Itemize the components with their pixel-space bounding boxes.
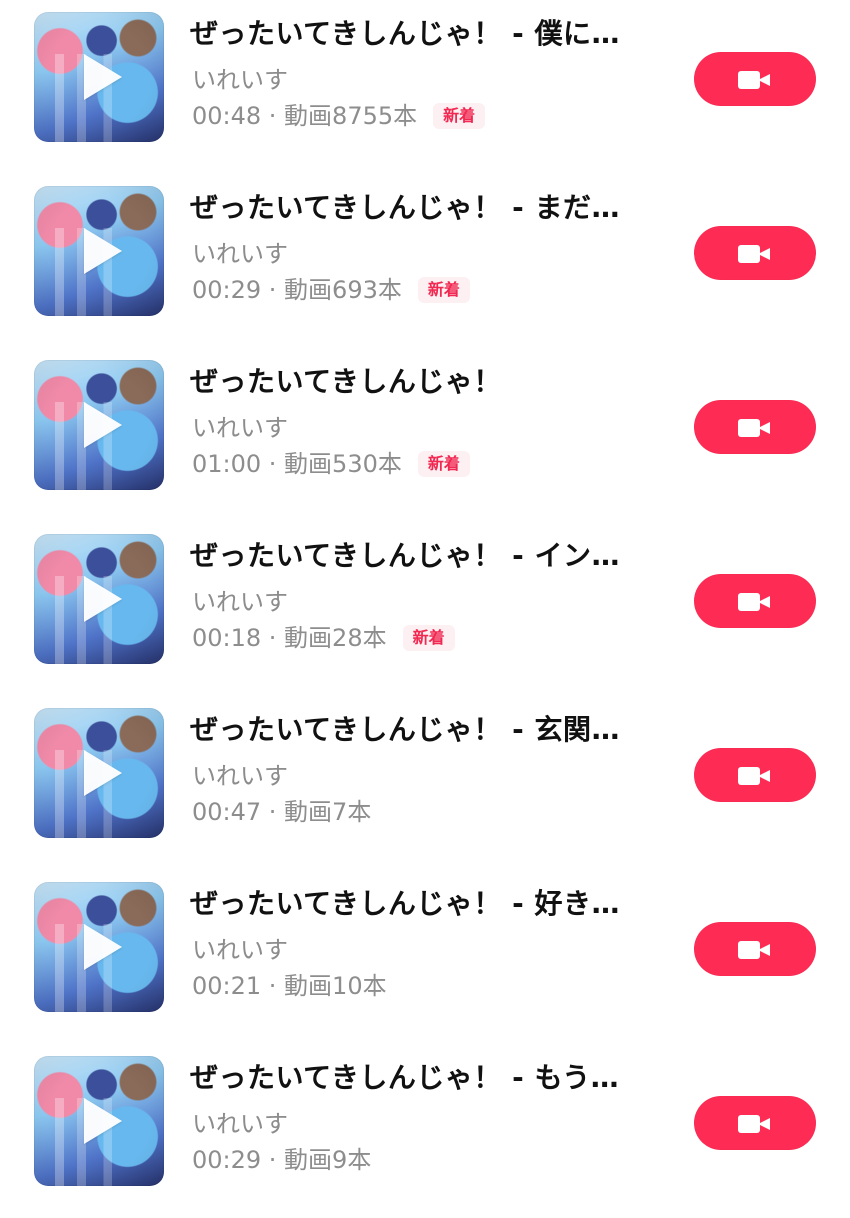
sound-list-item[interactable]: ぜったいてきしんじゃ！ いれいす 01:00 · 動画530本 新着 bbox=[0, 348, 850, 522]
artist-name: いれいす bbox=[192, 240, 288, 268]
video-camera-icon bbox=[738, 245, 770, 263]
sound-list-item[interactable]: ぜったいてきしんじゃ！ - まだ… いれいす 00:29 · 動画693本 新着 bbox=[0, 174, 850, 348]
duration-and-video-count: 00:48 · 動画8755本 bbox=[192, 102, 418, 130]
artist-name: いれいす bbox=[192, 762, 288, 790]
artist-name: いれいす bbox=[192, 414, 288, 442]
sound-meta: 01:00 · 動画530本 新着 bbox=[192, 447, 470, 481]
sound-meta: 00:29 · 動画693本 新着 bbox=[192, 273, 470, 307]
duration-and-video-count: 00:29 · 動画9本 bbox=[192, 1146, 372, 1174]
duration-and-video-count: 00:18 · 動画28本 bbox=[192, 624, 387, 652]
new-badge: 新着 bbox=[402, 625, 455, 651]
sound-title[interactable]: ぜったいてきしんじゃ！ - 僕に… bbox=[190, 14, 650, 54]
duration-and-video-count: 00:47 · 動画7本 bbox=[192, 798, 372, 826]
sound-title[interactable]: ぜったいてきしんじゃ！ - 玄関… bbox=[190, 710, 650, 750]
new-badge: 新着 bbox=[433, 103, 486, 129]
duration-and-video-count: 01:00 · 動画530本 bbox=[192, 450, 402, 478]
play-icon[interactable] bbox=[84, 576, 122, 622]
video-camera-icon bbox=[738, 71, 770, 89]
sound-list-item[interactable]: ぜったいてきしんじゃ！ - 好き… いれいす 00:21 · 動画10本 bbox=[0, 870, 850, 1044]
sound-title[interactable]: ぜったいてきしんじゃ！ - イン… bbox=[190, 536, 650, 576]
album-thumbnail[interactable] bbox=[34, 882, 164, 1012]
artist-name: いれいす bbox=[192, 66, 288, 94]
video-camera-icon bbox=[738, 419, 770, 437]
album-thumbnail[interactable] bbox=[34, 1056, 164, 1186]
sound-title[interactable]: ぜったいてきしんじゃ！ bbox=[190, 362, 650, 402]
sound-results-list: ぜったいてきしんじゃ！ - 僕に… いれいす 00:48 · 動画8755本 新… bbox=[0, 0, 850, 1200]
video-camera-icon bbox=[738, 941, 770, 959]
artist-name: いれいす bbox=[192, 936, 288, 964]
sound-meta: 00:47 · 動画7本 bbox=[192, 795, 371, 829]
play-icon[interactable] bbox=[84, 54, 122, 100]
use-sound-button[interactable] bbox=[694, 1096, 816, 1150]
duration-and-video-count: 00:29 · 動画693本 bbox=[192, 276, 402, 304]
sound-title[interactable]: ぜったいてきしんじゃ！ - もう… bbox=[190, 1058, 650, 1098]
artist-name: いれいす bbox=[192, 588, 288, 616]
sound-list-item[interactable]: ぜったいてきしんじゃ！ - 玄関… いれいす 00:47 · 動画7本 bbox=[0, 696, 850, 870]
video-camera-icon bbox=[738, 1115, 770, 1133]
duration-and-video-count: 00:21 · 動画10本 bbox=[192, 972, 387, 1000]
artist-name: いれいす bbox=[192, 1110, 288, 1138]
new-badge: 新着 bbox=[417, 277, 470, 303]
sound-list-item[interactable]: ぜったいてきしんじゃ！ - 僕に… いれいす 00:48 · 動画8755本 新… bbox=[0, 0, 850, 174]
album-thumbnail[interactable] bbox=[34, 186, 164, 316]
play-icon[interactable] bbox=[84, 402, 122, 448]
sound-list-item[interactable]: ぜったいてきしんじゃ！ - もう… いれいす 00:29 · 動画9本 bbox=[0, 1044, 850, 1218]
sound-meta: 00:21 · 動画10本 bbox=[192, 969, 387, 1003]
sound-meta: 00:48 · 動画8755本 新着 bbox=[192, 99, 486, 133]
album-thumbnail[interactable] bbox=[34, 534, 164, 664]
sound-meta: 00:18 · 動画28本 新着 bbox=[192, 621, 455, 655]
video-camera-icon bbox=[738, 593, 770, 611]
album-thumbnail[interactable] bbox=[34, 12, 164, 142]
sound-list-item[interactable]: ぜったいてきしんじゃ！ - イン… いれいす 00:18 · 動画28本 新着 bbox=[0, 522, 850, 696]
use-sound-button[interactable] bbox=[694, 52, 816, 106]
play-icon[interactable] bbox=[84, 750, 122, 796]
sound-title[interactable]: ぜったいてきしんじゃ！ - まだ… bbox=[190, 188, 650, 228]
album-thumbnail[interactable] bbox=[34, 708, 164, 838]
video-camera-icon bbox=[738, 767, 770, 785]
use-sound-button[interactable] bbox=[694, 748, 816, 802]
use-sound-button[interactable] bbox=[694, 922, 816, 976]
play-icon[interactable] bbox=[84, 228, 122, 274]
album-thumbnail[interactable] bbox=[34, 360, 164, 490]
use-sound-button[interactable] bbox=[694, 574, 816, 628]
sound-meta: 00:29 · 動画9本 bbox=[192, 1143, 371, 1177]
use-sound-button[interactable] bbox=[694, 226, 816, 280]
play-icon[interactable] bbox=[84, 924, 122, 970]
new-badge: 新着 bbox=[417, 451, 470, 477]
sound-title[interactable]: ぜったいてきしんじゃ！ - 好き… bbox=[190, 884, 650, 924]
play-icon[interactable] bbox=[84, 1098, 122, 1144]
use-sound-button[interactable] bbox=[694, 400, 816, 454]
